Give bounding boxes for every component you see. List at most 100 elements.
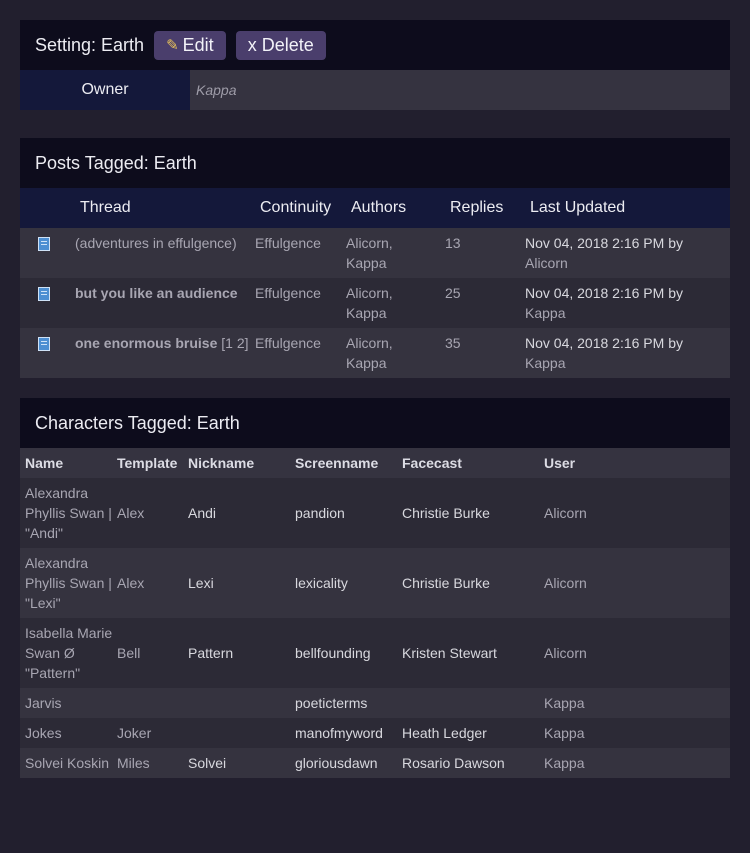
- template-link[interactable]: Miles: [117, 753, 188, 773]
- posts-table-header: Thread Continuity Authors Replies Last U…: [20, 188, 730, 228]
- table-row: Isabella Marie Swan Ø "Pattern" Bell Pat…: [20, 618, 730, 688]
- owner-value[interactable]: Kappa: [190, 70, 730, 110]
- last-updated-time[interactable]: Nov 04, 2018 2:16 PM by: [525, 333, 730, 353]
- book-icon: [38, 237, 50, 251]
- character-name-link[interactable]: Jarvis: [20, 693, 117, 713]
- last-updated-time[interactable]: Nov 04, 2018 2:16 PM by: [525, 283, 730, 303]
- template-link[interactable]: Bell: [117, 643, 188, 663]
- character-name-link[interactable]: Alexandra Phyllis Swan | "Lexi": [20, 553, 117, 613]
- continuity-column-header: Continuity: [260, 199, 332, 216]
- author-link[interactable]: Alicorn,: [346, 233, 445, 253]
- nickname-column-header: Nickname: [188, 455, 255, 471]
- table-row: one enormous bruise [1 2] Effulgence Ali…: [20, 328, 730, 378]
- table-row: Jarvis poeticterms Kappa: [20, 688, 730, 718]
- table-row: Jokes Joker manofmyword Heath Ledger Kap…: [20, 718, 730, 748]
- thread-icon-cell: [20, 333, 75, 378]
- posts-title: Posts Tagged: Earth: [35, 152, 197, 173]
- table-row: Alexandra Phyllis Swan | "Andi" Alex And…: [20, 478, 730, 548]
- thread-link[interactable]: but you like an audience: [75, 283, 255, 328]
- table-row: but you like an audience Effulgence Alic…: [20, 278, 730, 328]
- user-link[interactable]: Alicorn: [544, 503, 730, 523]
- last-updated-column-header: Last Updated: [530, 199, 626, 216]
- user-link[interactable]: Kappa: [544, 723, 730, 743]
- authors-column-header: Authors: [351, 199, 407, 216]
- facecast: Christie Burke: [402, 575, 490, 591]
- facecast-column-header: Facecast: [402, 455, 462, 471]
- replies-column-header: Replies: [450, 199, 504, 216]
- character-name-link[interactable]: Solvei Koskin: [20, 753, 117, 773]
- last-updated-user[interactable]: Alicorn: [525, 253, 730, 273]
- nickname: Lexi: [188, 575, 214, 591]
- setting-panel: Setting: Earth ✎ Edit x Delete Owner Kap…: [20, 20, 730, 110]
- authors-cell: Alicorn, Kappa: [346, 233, 445, 278]
- characters-title: Characters Tagged: Earth: [35, 412, 240, 433]
- user-link[interactable]: Kappa: [544, 693, 730, 713]
- table-row: Alexandra Phyllis Swan | "Lexi" Alex Lex…: [20, 548, 730, 618]
- continuity-link[interactable]: Effulgence: [255, 283, 346, 328]
- screenname: bellfounding: [295, 645, 371, 661]
- last-updated-time[interactable]: Nov 04, 2018 2:16 PM by: [525, 233, 730, 253]
- template-link[interactable]: Alex: [117, 503, 188, 523]
- last-updated-cell: Nov 04, 2018 2:16 PM by Alicorn: [525, 233, 730, 278]
- name-column-header: Name: [25, 455, 64, 471]
- setting-title: Setting: Earth: [35, 34, 145, 55]
- author-link[interactable]: Alicorn,: [346, 333, 445, 353]
- pencil-icon: ✎: [166, 36, 179, 54]
- user-link[interactable]: Kappa: [544, 753, 730, 773]
- facecast: Heath Ledger: [402, 725, 487, 741]
- screenname-column-header: Screenname: [295, 455, 379, 471]
- book-icon: [38, 337, 50, 351]
- edit-button[interactable]: ✎ Edit: [154, 30, 226, 60]
- character-name-link[interactable]: Isabella Marie Swan Ø "Pattern": [20, 623, 117, 683]
- thread-pages[interactable]: [1 2]: [221, 335, 248, 351]
- thread-link[interactable]: one enormous bruise: [75, 335, 217, 351]
- screenname: lexicality: [295, 575, 348, 591]
- facecast: Rosario Dawson: [402, 755, 505, 771]
- character-name-link[interactable]: Alexandra Phyllis Swan | "Andi": [20, 483, 117, 543]
- last-updated-user[interactable]: Kappa: [525, 303, 730, 323]
- screenname: gloriousdawn: [295, 755, 378, 771]
- last-updated-cell: Nov 04, 2018 2:16 PM by Kappa: [525, 283, 730, 328]
- posts-header: Posts Tagged: Earth: [20, 138, 730, 188]
- thread-link[interactable]: (adventures in effulgence): [75, 233, 255, 278]
- continuity-link[interactable]: Effulgence: [255, 233, 346, 278]
- posts-panel: Posts Tagged: Earth Thread Continuity Au…: [20, 138, 730, 378]
- replies-count: 35: [445, 335, 461, 351]
- facecast: Kristen Stewart: [402, 645, 497, 661]
- author-link[interactable]: Kappa: [346, 353, 445, 373]
- table-row: Solvei Koskin Miles Solvei gloriousdawn …: [20, 748, 730, 778]
- author-link[interactable]: Alicorn,: [346, 283, 445, 303]
- continuity-link[interactable]: Effulgence: [255, 333, 346, 378]
- replies-count: 13: [445, 235, 461, 251]
- template-link[interactable]: Alex: [117, 573, 188, 593]
- nickname: Solvei: [188, 755, 227, 771]
- replies-count: 25: [445, 285, 461, 301]
- authors-cell: Alicorn, Kappa: [346, 283, 445, 328]
- owner-row: Owner Kappa: [20, 70, 730, 110]
- characters-panel: Characters Tagged: Earth Name Template N…: [20, 398, 730, 778]
- delete-button[interactable]: x Delete: [235, 30, 326, 60]
- author-link[interactable]: Kappa: [346, 303, 445, 323]
- last-updated-user[interactable]: Kappa: [525, 353, 730, 373]
- template-link[interactable]: Joker: [117, 723, 188, 743]
- edit-label: Edit: [182, 34, 214, 55]
- owner-label: Owner: [20, 70, 190, 110]
- user-link[interactable]: Alicorn: [544, 643, 730, 663]
- thread-column-header: Thread: [80, 199, 131, 216]
- thread-icon-cell: [20, 283, 75, 328]
- table-row: (adventures in effulgence) Effulgence Al…: [20, 228, 730, 278]
- characters-header: Characters Tagged: Earth: [20, 398, 730, 448]
- user-column-header: User: [544, 455, 576, 471]
- last-updated-cell: Nov 04, 2018 2:16 PM by Kappa: [525, 333, 730, 378]
- user-link[interactable]: Alicorn: [544, 573, 730, 593]
- screenname: pandion: [295, 505, 345, 521]
- author-link[interactable]: Kappa: [346, 253, 445, 273]
- thread-icon-cell: [20, 233, 75, 278]
- authors-cell: Alicorn, Kappa: [346, 333, 445, 378]
- nickname: Andi: [188, 505, 217, 521]
- screenname: manofmyword: [295, 725, 383, 741]
- template-column-header: Template: [117, 455, 178, 471]
- nickname: Pattern: [188, 645, 234, 661]
- character-name-link[interactable]: Jokes: [20, 723, 117, 743]
- book-icon: [38, 287, 50, 301]
